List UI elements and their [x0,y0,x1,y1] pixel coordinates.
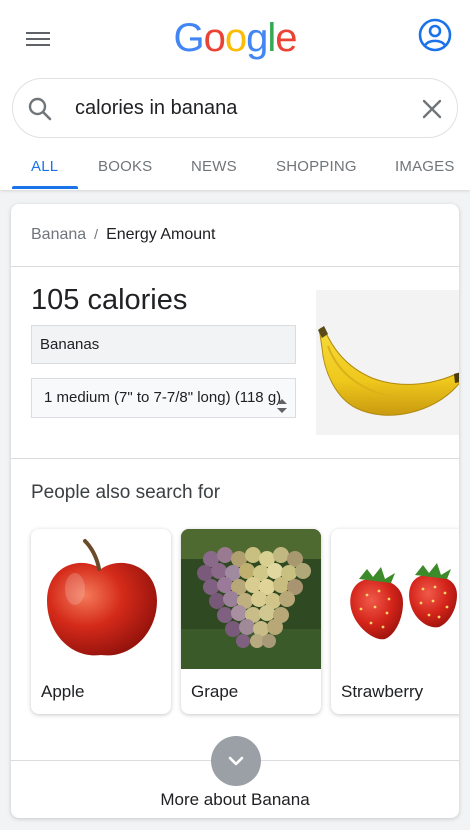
tab-books[interactable]: BOOKS [98,158,152,175]
strawberry-image [331,529,459,669]
logo-letter: o [224,16,247,60]
logo-letter: o [203,16,226,60]
search-box[interactable] [12,78,458,138]
more-about-link[interactable]: More about Banana [11,790,459,810]
breadcrumb-separator: / [94,226,99,242]
related-card-label: Grape [191,682,239,701]
related-card-strawberry[interactable]: Strawberry [331,529,459,714]
related-card-apple[interactable]: Apple [31,529,171,714]
related-card-label: Strawberry [341,682,424,701]
people-also-search-title: People also search for [31,482,221,503]
portion-select-value: 1 medium (7" to 7-7/8" long) (118 g) [44,389,282,406]
portion-select[interactable]: 1 medium (7" to 7-7/8" long) (118 g) [31,378,296,418]
tab-images[interactable]: IMAGES [395,158,455,175]
breadcrumb-current: Energy Amount [106,226,216,243]
grape-image [181,529,321,669]
logo-letter: g [246,16,268,60]
divider [11,266,459,267]
banana-image[interactable] [316,290,459,435]
active-tab-indicator [12,186,78,189]
nutrition-card: Banana / Energy Amount 105 calories Banana… [11,204,459,818]
apple-image [31,529,171,669]
logo-letter: e [275,16,297,60]
breadcrumb: Banana / Energy Amount [31,226,215,244]
related-card-label: Apple [41,682,85,701]
search-tabs: ALL BOOKS NEWS SHOPPING IMAGES [0,148,470,190]
tab-shopping[interactable]: SHOPPING [276,158,357,175]
breadcrumb-parent-link[interactable]: Banana [31,226,86,243]
related-card-grape[interactable]: Grape [181,529,321,714]
food-select[interactable]: Bananas [31,325,296,364]
calories-value: 105 calories [31,284,188,316]
search-icon[interactable] [27,96,53,122]
close-icon[interactable] [419,96,445,122]
up-down-arrows-icon [276,391,288,413]
expand-button[interactable] [211,736,261,786]
tab-news[interactable]: NEWS [191,158,237,175]
logo-letter: G [173,16,204,60]
app-header: Google ALL BOOKS NEWS SHOPPING IMAGES [0,0,470,190]
divider [11,458,459,459]
search-input[interactable] [75,93,395,123]
account-circle-icon[interactable] [418,18,452,52]
google-logo[interactable]: Google [0,16,470,64]
chevron-down-icon [211,756,261,790]
tab-all[interactable]: ALL [31,158,58,175]
logo-letter: l [267,16,276,60]
